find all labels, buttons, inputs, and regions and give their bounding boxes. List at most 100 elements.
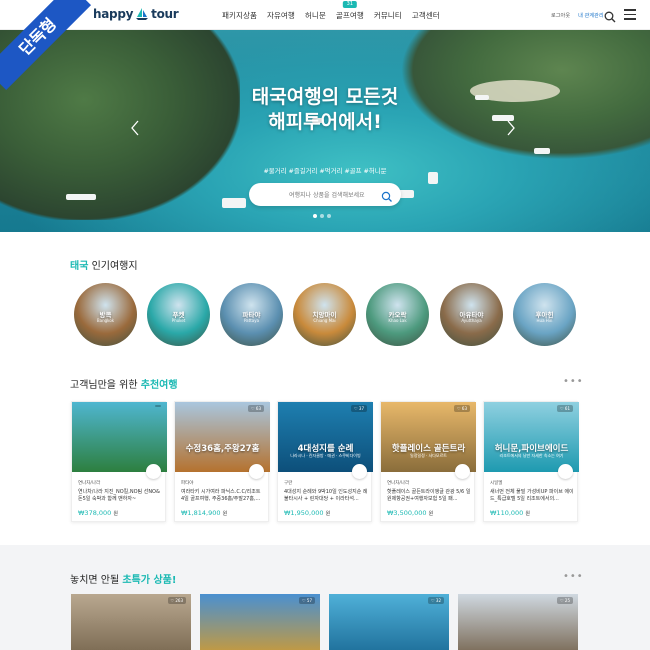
recommended-more-button[interactable]: ••• bbox=[563, 376, 584, 387]
hero-tags: #물거리 #즐길거리 #먹거리 #골프 #허니문 bbox=[263, 167, 387, 175]
product-desc: 4대성지 순례와 9박10일 인도성지순 례 불타시사 + 린자대당 + 이라타… bbox=[284, 489, 368, 503]
product-overlay-sub: 나라시나 · 린자클방 · 매권 · 스쿠비다이빙 bbox=[290, 453, 361, 458]
destination-2[interactable]: 파타야 Pattaya bbox=[220, 283, 283, 346]
product-card[interactable]: ♡ 63 수정36홈,주왕27홈 파타야 여라타키 시가여라 파닉스.C.C/리조트 … bbox=[174, 401, 270, 522]
nav-golf[interactable]: 31 골프여행 bbox=[335, 1, 364, 21]
product-desc: 여라타키 시가여라 파닉스.C.C/리조트 4일 골프여행, 주중36홈/주말2… bbox=[181, 489, 265, 503]
hero-title-line1: 태국여행의 모든것 bbox=[251, 86, 399, 108]
logo-text-2: tour bbox=[151, 7, 179, 21]
special-card[interactable]: ♡ 32 bbox=[329, 594, 449, 650]
price-unit: 원 bbox=[428, 511, 434, 517]
heart-icon[interactable] bbox=[249, 464, 264, 479]
product-category: 구란 bbox=[284, 481, 293, 486]
product-image bbox=[72, 402, 167, 472]
special-card[interactable]: ♡ 263 bbox=[71, 594, 191, 650]
nav-honeymoon[interactable]: 허니문 bbox=[305, 10, 326, 21]
hero-search-input[interactable]: 여행지나 상품을 검색해보세요 bbox=[249, 183, 401, 206]
special-card[interactable]: ♡ 57 bbox=[200, 594, 320, 650]
product-category: 연나차/나라 bbox=[78, 481, 101, 486]
price-value: ₩3,500,000 bbox=[387, 509, 427, 517]
logout-link[interactable]: 로그아웃 bbox=[551, 12, 570, 19]
recommended-title-rest: 고객님만을 위한 bbox=[70, 380, 141, 391]
destination-4[interactable]: 카오락 Khao Lak bbox=[366, 283, 429, 346]
nav-package[interactable]: 패키지상품 bbox=[222, 10, 257, 21]
product-card[interactable]: ♡ 37 4대성지를 순례 나라시나 · 린자클방 · 매권 · 스쿠비다이빙 구란 4… bbox=[277, 401, 373, 522]
search-icon[interactable] bbox=[381, 188, 393, 202]
site-header: happy tour 패키지상품 자유여행 허니문 31 골프여행 커뮤니티 고객… bbox=[0, 0, 650, 30]
product-price: ₩378,000 원 bbox=[78, 509, 118, 517]
like-count: ♡ 25 bbox=[557, 597, 573, 604]
heart-icon[interactable] bbox=[558, 464, 573, 479]
hero-banner: 태국여행의 모든것 해피투어에서! #물거리 #즐길거리 #먹거리 #골프 #허… bbox=[0, 30, 650, 232]
heart-icon[interactable] bbox=[352, 464, 367, 479]
like-count bbox=[155, 405, 161, 407]
page: happy tour 패키지상품 자유여행 허니문 31 골프여행 커뮤니티 고객… bbox=[0, 0, 650, 650]
like-count: ♡ 57 bbox=[299, 597, 315, 604]
prev-slide-icon[interactable] bbox=[130, 120, 140, 136]
special-more-button[interactable]: ••• bbox=[563, 571, 584, 582]
util-links: 로그아웃 내 관계관리 bbox=[551, 12, 604, 19]
product-desc-1: 새너먼 전체 풀빌 가성비UP 파이브 bbox=[490, 489, 563, 495]
product-desc: 새너먼 전체 풀빌 가성비UP 파이브 에이드_특급호텔 5일 리조트에서의..… bbox=[490, 489, 574, 503]
heart-icon[interactable] bbox=[146, 464, 161, 479]
hero-title-line2: 해피투어에서! bbox=[268, 111, 382, 133]
special-title-accent: 초특가 상품! bbox=[122, 575, 177, 586]
like-count: ♡ 263 bbox=[167, 597, 186, 604]
product-desc-1: 4대성지 순례와 9박10일 인도성지순 bbox=[284, 489, 362, 495]
destination-sub: Bangkok bbox=[96, 318, 115, 323]
slide-dot[interactable] bbox=[320, 214, 324, 218]
product-card[interactable]: ♡ 61 허니문,파이브에이드 리조트에서의 낭만 자세한 숙소는 여기 시일엘 새너먼… bbox=[483, 401, 579, 522]
destination-0[interactable]: 방콕 Bangkok bbox=[74, 283, 137, 346]
product-category: 연나차/나라 bbox=[387, 481, 410, 486]
price-unit: 원 bbox=[113, 511, 118, 517]
destination-1[interactable]: 푸켓 Phuket bbox=[147, 283, 210, 346]
product-overlay-sub: 리조트에서의 낭만 자세한 숙소는 여기 bbox=[499, 453, 564, 458]
recommended-section-title: 고객님만을 위한 추천여행 bbox=[70, 376, 178, 391]
slide-dot[interactable] bbox=[327, 214, 331, 218]
logo-text: happy bbox=[93, 7, 134, 21]
nav-golf-label: 골프여행 bbox=[335, 11, 364, 20]
nav-support[interactable]: 고객센터 bbox=[412, 10, 440, 21]
product-price: ₩1,814,900 원 bbox=[181, 509, 227, 517]
product-image bbox=[381, 402, 476, 472]
product-desc-1: 여라타키 시가여라 파닉스.C.C/리조트 bbox=[181, 489, 261, 495]
product-overlay-sub: 일정일정 · 사다모르트 bbox=[410, 453, 447, 458]
product-desc-1: 연나차/나라 지진_NO킬,NO팀 bbox=[78, 489, 143, 495]
product-card[interactable]: 연나차/나라 연나차/나라 지진_NO킬,NO팀 선NO&돈5일 숙박과 함께 맨… bbox=[71, 401, 167, 522]
next-slide-icon[interactable] bbox=[506, 120, 516, 136]
special-card[interactable]: ♡ 25 bbox=[458, 594, 578, 650]
hamburger-menu-icon[interactable] bbox=[624, 9, 636, 20]
price-value: ₩1,950,000 bbox=[284, 509, 324, 517]
special-title-rest: 놓치면 안될 bbox=[70, 575, 123, 586]
price-unit: 원 bbox=[525, 511, 530, 517]
product-card[interactable]: ♡ 63 핫플레이스 골든트라 일정일정 · 사다모르트 연나차/나라 핫플레이스 골든… bbox=[380, 401, 476, 522]
destination-6[interactable]: 후아힌 Hua Hin bbox=[513, 283, 576, 346]
special-section-title: 놓치면 안될 초특가 상품! bbox=[70, 571, 176, 586]
popular-section-title: 태국 인기여행지 bbox=[70, 257, 138, 272]
destination-sub: Khao Lak bbox=[388, 318, 407, 323]
recommended-title-accent: 추천여행 bbox=[140, 380, 178, 391]
search-placeholder: 여행지나 상품을 검색해보세요 bbox=[289, 192, 365, 199]
popular-title-accent: 태국 bbox=[70, 261, 89, 272]
destination-3[interactable]: 치앙마이 Chiang Mai bbox=[293, 283, 356, 346]
nav-free-travel[interactable]: 자유여행 bbox=[267, 10, 295, 21]
product-overlay-title: 수정36홈,주왕27홈 bbox=[185, 444, 260, 454]
nav-community[interactable]: 커뮤니티 bbox=[374, 10, 402, 21]
price-value: ₩110,000 bbox=[490, 509, 524, 517]
product-desc-1: 핫플레이스 골든트라이앵글 관광 5/6 bbox=[387, 489, 465, 495]
product-category: 파타야 bbox=[181, 481, 194, 486]
like-count: ♡ 63 bbox=[454, 405, 470, 412]
search-icon[interactable] bbox=[604, 8, 616, 23]
destination-5[interactable]: 아유타야 Ayutthaya bbox=[440, 283, 503, 346]
product-desc: 핫플레이스 골든트라이앵글 관광 5/6 일 원제항공권+여행자보험 5일 패.… bbox=[387, 489, 471, 503]
logo[interactable]: happy tour bbox=[93, 7, 179, 21]
like-count: ♡ 61 bbox=[557, 405, 573, 412]
mypage-link[interactable]: 내 관계관리 bbox=[578, 12, 604, 19]
sailboat-icon bbox=[135, 8, 149, 20]
product-price: ₩3,500,000 원 bbox=[387, 509, 433, 517]
main-nav: 패키지상품 자유여행 허니문 31 골프여행 커뮤니티 고객센터 bbox=[222, 1, 440, 21]
destination-sub: Ayutthaya bbox=[461, 318, 482, 323]
heart-icon[interactable] bbox=[455, 464, 470, 479]
slide-dot[interactable] bbox=[313, 214, 317, 218]
product-image bbox=[278, 402, 373, 472]
